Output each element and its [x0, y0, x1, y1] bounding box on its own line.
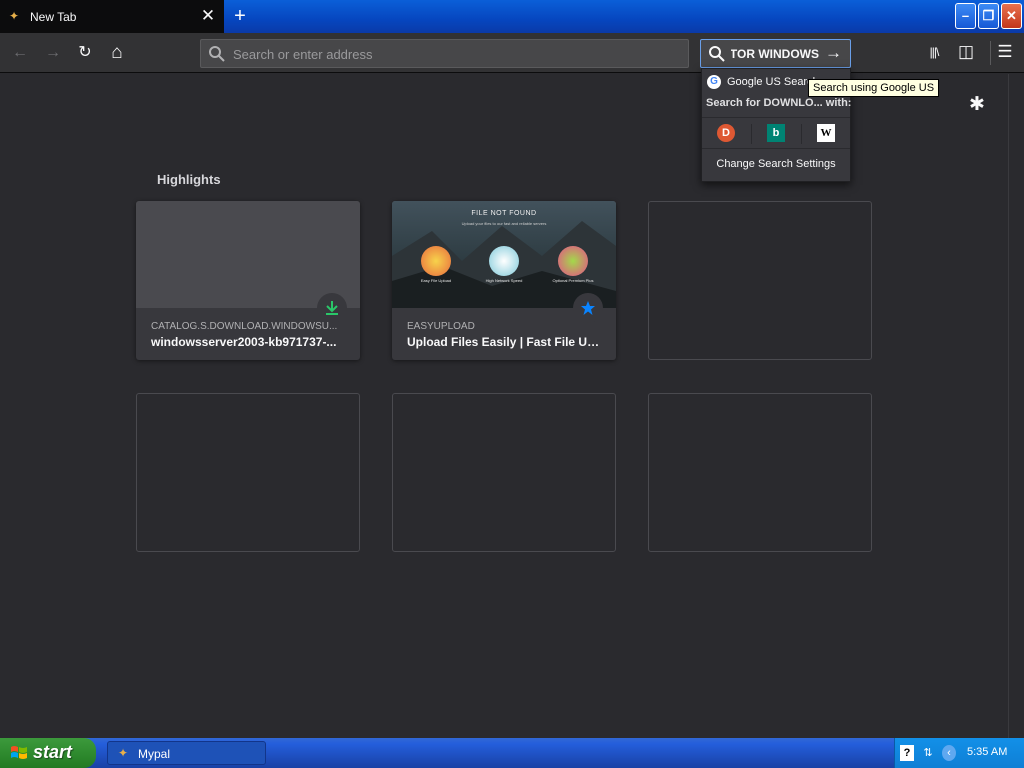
google-icon: G	[707, 75, 721, 89]
start-button[interactable]: start	[0, 738, 96, 768]
chevron-left-icon[interactable]: ‹	[942, 745, 956, 761]
mypal-favicon-icon: ✦	[9, 9, 20, 23]
address-bar[interactable]	[200, 39, 689, 68]
scrollbar[interactable]	[1008, 74, 1024, 738]
thumbnail-subheading: Upload your files to our fast and reliab…	[461, 221, 547, 226]
empty-highlight-slot	[392, 393, 616, 552]
feature-label: Easy File Upload	[420, 278, 452, 283]
change-search-settings-button[interactable]: Change Search Settings	[702, 158, 850, 170]
card-title: windowsserver2003-kb971737-...	[151, 335, 337, 349]
back-button[interactable]: ←	[7, 40, 33, 66]
download-icon	[317, 293, 347, 323]
close-window-button[interactable]: ✕	[1001, 3, 1022, 29]
thumbnail-heading: FILE NOT FOUND	[471, 210, 537, 217]
minimize-button[interactable]: –	[955, 3, 976, 29]
taskbar-item-label: Mypal	[138, 747, 171, 761]
toolbar-separator	[990, 41, 991, 65]
search-icon	[208, 45, 226, 68]
start-label: start	[33, 742, 73, 762]
menu-button[interactable]: ☰	[994, 41, 1016, 63]
engine-separator	[801, 124, 802, 144]
search-bar[interactable]: TOR WINDOWS →	[700, 39, 851, 68]
forward-button[interactable]: →	[40, 40, 66, 66]
wikipedia-icon[interactable]: W	[817, 124, 835, 142]
navigation-toolbar: ← → ↻ ⌂ TOR WINDOWS → |||\ ◫ ☰	[0, 33, 1024, 73]
empty-highlight-slot	[648, 201, 872, 360]
help-icon[interactable]: ?	[900, 745, 914, 761]
mypal-icon: ✦	[118, 746, 129, 760]
engine-separator	[751, 124, 752, 144]
sidebar-button[interactable]: ◫	[955, 41, 977, 63]
feature-label: Optional Premium Plus	[552, 278, 594, 283]
windows-logo-icon	[11, 746, 27, 759]
search-for-label: Search for DOWNLO... with:	[706, 97, 852, 109]
highlight-card[interactable]: CATALOG.S.DOWNLOAD.WINDOWSU... windowsse…	[136, 201, 360, 360]
card-thumbnail: FILE NOT FOUND Upload your files to our …	[392, 201, 616, 308]
highlights-heading: Highlights	[157, 172, 221, 187]
highlight-card[interactable]: FILE NOT FOUND Upload your files to our …	[392, 201, 616, 360]
duckduckgo-icon[interactable]: D	[717, 124, 735, 142]
search-input[interactable]: TOR WINDOWS	[731, 47, 819, 61]
settings-gear-icon[interactable]: ✱	[966, 94, 988, 116]
system-tray: ? ⇅ ‹ 5:35 AM	[894, 738, 1024, 768]
maximize-button[interactable]: ❐	[978, 3, 999, 29]
card-title: Upload Files Easily | Fast File Upl...	[407, 335, 603, 349]
easy-upload-icon	[421, 246, 451, 276]
network-speed-icon	[489, 246, 519, 276]
tab-title: New Tab	[30, 10, 77, 24]
clock: 5:35 AM	[967, 746, 1008, 758]
title-bar: ✦ New Tab ✕ + – ❐ ✕	[0, 0, 1024, 33]
reload-button[interactable]: ↻	[72, 40, 98, 66]
home-button[interactable]: ⌂	[104, 40, 130, 66]
card-thumbnail	[136, 201, 360, 308]
tooltip: Search using Google US	[808, 79, 940, 97]
taskbar-item-mypal[interactable]: ✦ Mypal	[107, 741, 266, 765]
address-input[interactable]	[233, 44, 673, 64]
library-button[interactable]: |||\	[923, 41, 945, 63]
search-engine-name: Google US Search	[727, 76, 819, 88]
empty-highlight-slot	[648, 393, 872, 552]
taskbar: start ✦ Mypal ? ⇅ ‹ 5:35 AM	[0, 738, 1024, 768]
network-icon[interactable]: ⇅	[921, 745, 935, 761]
new-tab-button[interactable]: +	[230, 5, 250, 27]
card-host: EASYUPLOAD	[407, 321, 475, 332]
search-icon	[708, 45, 726, 67]
bookmark-star-icon	[573, 293, 603, 323]
tab-new-tab[interactable]: ✦ New Tab ✕	[0, 0, 224, 33]
search-go-icon[interactable]: →	[825, 43, 842, 63]
tab-close-icon[interactable]: ✕	[200, 7, 216, 25]
card-host: CATALOG.S.DOWNLOAD.WINDOWSU...	[151, 321, 338, 332]
premium-plus-icon	[558, 246, 588, 276]
mountain-thumbnail-image: FILE NOT FOUND Upload your files to our …	[392, 201, 616, 308]
feature-label: High Network Speed	[485, 278, 523, 283]
one-off-engines: D b W	[702, 117, 850, 149]
bing-icon[interactable]: b	[767, 124, 785, 142]
empty-highlight-slot	[136, 393, 360, 552]
